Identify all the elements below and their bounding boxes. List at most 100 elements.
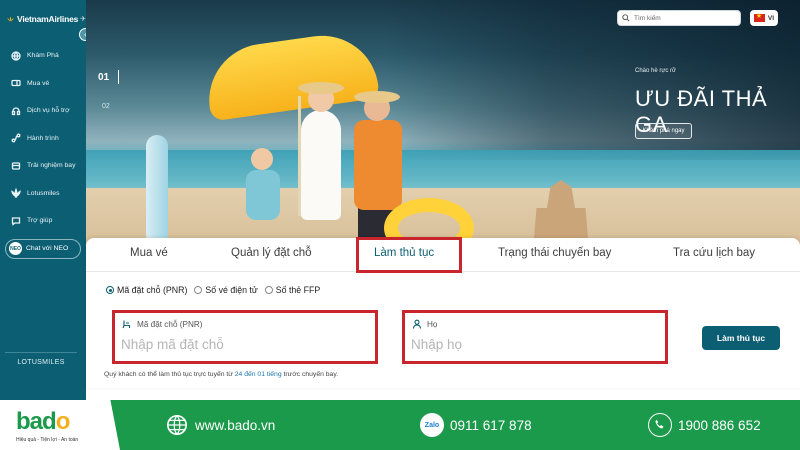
logo-letter: b: [16, 408, 31, 435]
last-name-label-text: Họ: [427, 319, 438, 329]
pnr-input[interactable]: [121, 337, 361, 352]
surfboard-image: [146, 135, 168, 245]
checkin-method-options: Mã đặt chỗ (PNR) Số vé điện tử Số thẻ FF…: [106, 285, 327, 295]
woman-image: [301, 110, 341, 220]
radio-label: Số thẻ FFP: [275, 285, 321, 295]
sidebar-item-lotusmiles[interactable]: Lotusmiles: [0, 180, 86, 208]
radio-selected-icon: [106, 286, 114, 294]
sidebar-item-label: Trải nghiệm bay: [27, 162, 76, 170]
man-image: [354, 120, 402, 210]
hotline-text: 1900 886 652: [678, 417, 761, 433]
pnr-field-label: Mã đặt chỗ (PNR): [122, 319, 203, 329]
hero-sea: [86, 150, 800, 190]
tab-quan-ly-dat-cho[interactable]: Quản lý đặt chỗ: [231, 247, 312, 259]
sidebar-item-trai-nghiem[interactable]: Trải nghiệm bay: [0, 152, 86, 180]
logo-letter: o: [55, 408, 71, 435]
note-text-end: trước chuyến bay.: [281, 371, 339, 378]
radio-pnr[interactable]: Mã đặt chỗ (PNR): [106, 285, 187, 295]
sidebar-item-tro-giup[interactable]: Trợ giúp: [0, 207, 86, 235]
search-box[interactable]: [617, 10, 741, 26]
language-code: VI: [767, 14, 775, 22]
child-head: [251, 148, 273, 170]
hotline-contact[interactable]: 1900 886 652: [648, 413, 761, 437]
bado-logo[interactable]: bado: [16, 408, 71, 436]
footer-bar: bado Hiệu quả - Tiện lợi - An toàn www.b…: [0, 400, 800, 450]
phone-icon: [648, 413, 672, 437]
globe-icon: [11, 51, 21, 61]
booking-panel: Mua vé Quản lý đặt chỗ Làm thủ tục Trạng…: [86, 237, 800, 388]
search-icon: [622, 14, 630, 22]
slide-indicator-bar: [118, 70, 119, 84]
sidebar-item-label: Lotusmiles: [27, 189, 60, 197]
radio-unselected-icon: [264, 286, 273, 294]
zalo-phone-text: 0911 617 878: [450, 417, 532, 433]
last-name-input[interactable]: [411, 337, 651, 352]
website-contact[interactable]: www.bado.vn: [165, 413, 275, 437]
radio-label: Mã đặt chỗ (PNR): [117, 285, 188, 295]
radio-ffp[interactable]: Số thẻ FFP: [264, 285, 321, 295]
sidebar-item-label: Mua vé: [27, 79, 50, 87]
explore-now-button[interactable]: Khám phá ngay: [635, 123, 692, 139]
pnr-field[interactable]: Mã đặt chỗ (PNR): [112, 310, 378, 364]
sidebar: VietnamAirlines ✈ ‹ Khám Phá Mua vé Dịch…: [0, 0, 92, 400]
slide-indicator-current[interactable]: 01: [98, 72, 109, 83]
promo-subtitle: Chào hè rực rỡ: [635, 68, 676, 74]
radio-label: Số vé điện tử: [205, 285, 258, 295]
chat-neo-label: Chat với NEO: [26, 245, 69, 252]
straw-hat: [298, 82, 344, 94]
lotusmiles-banner[interactable]: LOTUSMILES: [5, 352, 77, 372]
sidebar-nav: Khám Phá Mua vé Dịch vụ hỗ trợ Hành trìn…: [0, 42, 86, 235]
last-name-field-label: Họ: [412, 319, 437, 329]
user-icon: [412, 319, 422, 329]
brand-logo[interactable]: VietnamAirlines ✈: [0, 0, 86, 38]
footer-logo-area: bado Hiệu quả - Tiện lợi - An toàn: [0, 400, 120, 450]
beach-umbrella-image: [201, 28, 381, 122]
checkin-note: Quý khách có thể làm thủ tục trực tuyến …: [104, 371, 338, 378]
note-text: Quý khách có thể làm thủ tục trực tuyến …: [104, 371, 235, 378]
sidebar-item-hanh-trinh[interactable]: Hành trình: [0, 125, 86, 153]
lotus-logo-icon: [7, 16, 14, 22]
sidebar-item-label: Hành trình: [27, 134, 59, 142]
chat-bubble-icon: NEO: [9, 242, 22, 255]
slide-indicator-next[interactable]: 02: [102, 103, 110, 110]
checkin-submit-button[interactable]: Làm thủ tục: [702, 326, 780, 350]
sidebar-item-label: Trợ giúp: [27, 217, 53, 225]
chat-neo-button[interactable]: NEO Chat với NEO: [5, 238, 81, 259]
language-selector[interactable]: VI: [750, 10, 778, 26]
child-image: [246, 170, 280, 220]
tab-tra-cuu-lich-bay[interactable]: Tra cứu lịch bay: [673, 247, 755, 259]
radio-unselected-icon: [194, 286, 203, 294]
globe-icon: [165, 413, 189, 437]
website-text: www.bado.vn: [195, 417, 276, 433]
hero-banner: 01 02 VI Chào hè rực rỡ ƯU ĐÃI THẢ GA Kh…: [86, 0, 800, 270]
search-input[interactable]: [634, 14, 734, 22]
last-name-field[interactable]: Họ: [402, 310, 668, 364]
help-icon: [11, 216, 21, 226]
sidebar-item-mua-ve[interactable]: Mua vé: [0, 70, 86, 98]
highlight-box-tab: [356, 237, 462, 273]
sidebar-item-label: Dịch vụ hỗ trợ: [27, 107, 70, 115]
zalo-icon: Zalo: [420, 413, 444, 437]
booking-tabs: Mua vé Quản lý đặt chỗ Làm thủ tục Trạng…: [86, 237, 800, 273]
seat-icon: [122, 320, 131, 329]
route-icon: [11, 133, 21, 143]
logo-letter: d: [42, 408, 57, 435]
plane-seat-icon: [11, 161, 21, 171]
tab-trang-thai-chuyen-bay[interactable]: Trạng thái chuyến bay: [498, 247, 611, 259]
support-icon: [11, 106, 21, 116]
tab-mua-ve[interactable]: Mua vé: [130, 247, 168, 259]
logo-letter: a: [29, 408, 43, 435]
ticket-icon: [11, 78, 21, 88]
brand-name: VietnamAirlines: [17, 14, 79, 24]
sidebar-item-kham-pha[interactable]: Khám Phá: [0, 42, 86, 70]
radio-e-ticket[interactable]: Số vé điện tử: [194, 285, 258, 295]
bado-slogan: Hiệu quả - Tiện lợi - An toàn: [16, 437, 79, 443]
straw-hat: [354, 91, 400, 103]
note-highlight: 24 đến 01 tiếng: [234, 371, 282, 378]
sidebar-item-dich-vu[interactable]: Dịch vụ hỗ trợ: [0, 97, 86, 125]
zalo-contact[interactable]: Zalo 0911 617 878: [420, 413, 532, 437]
sidebar-item-label: Khám Phá: [27, 52, 59, 60]
pnr-label-text: Mã đặt chỗ (PNR): [137, 319, 203, 329]
lotus-icon: [11, 188, 21, 199]
vietnam-flag-icon: [753, 12, 765, 22]
